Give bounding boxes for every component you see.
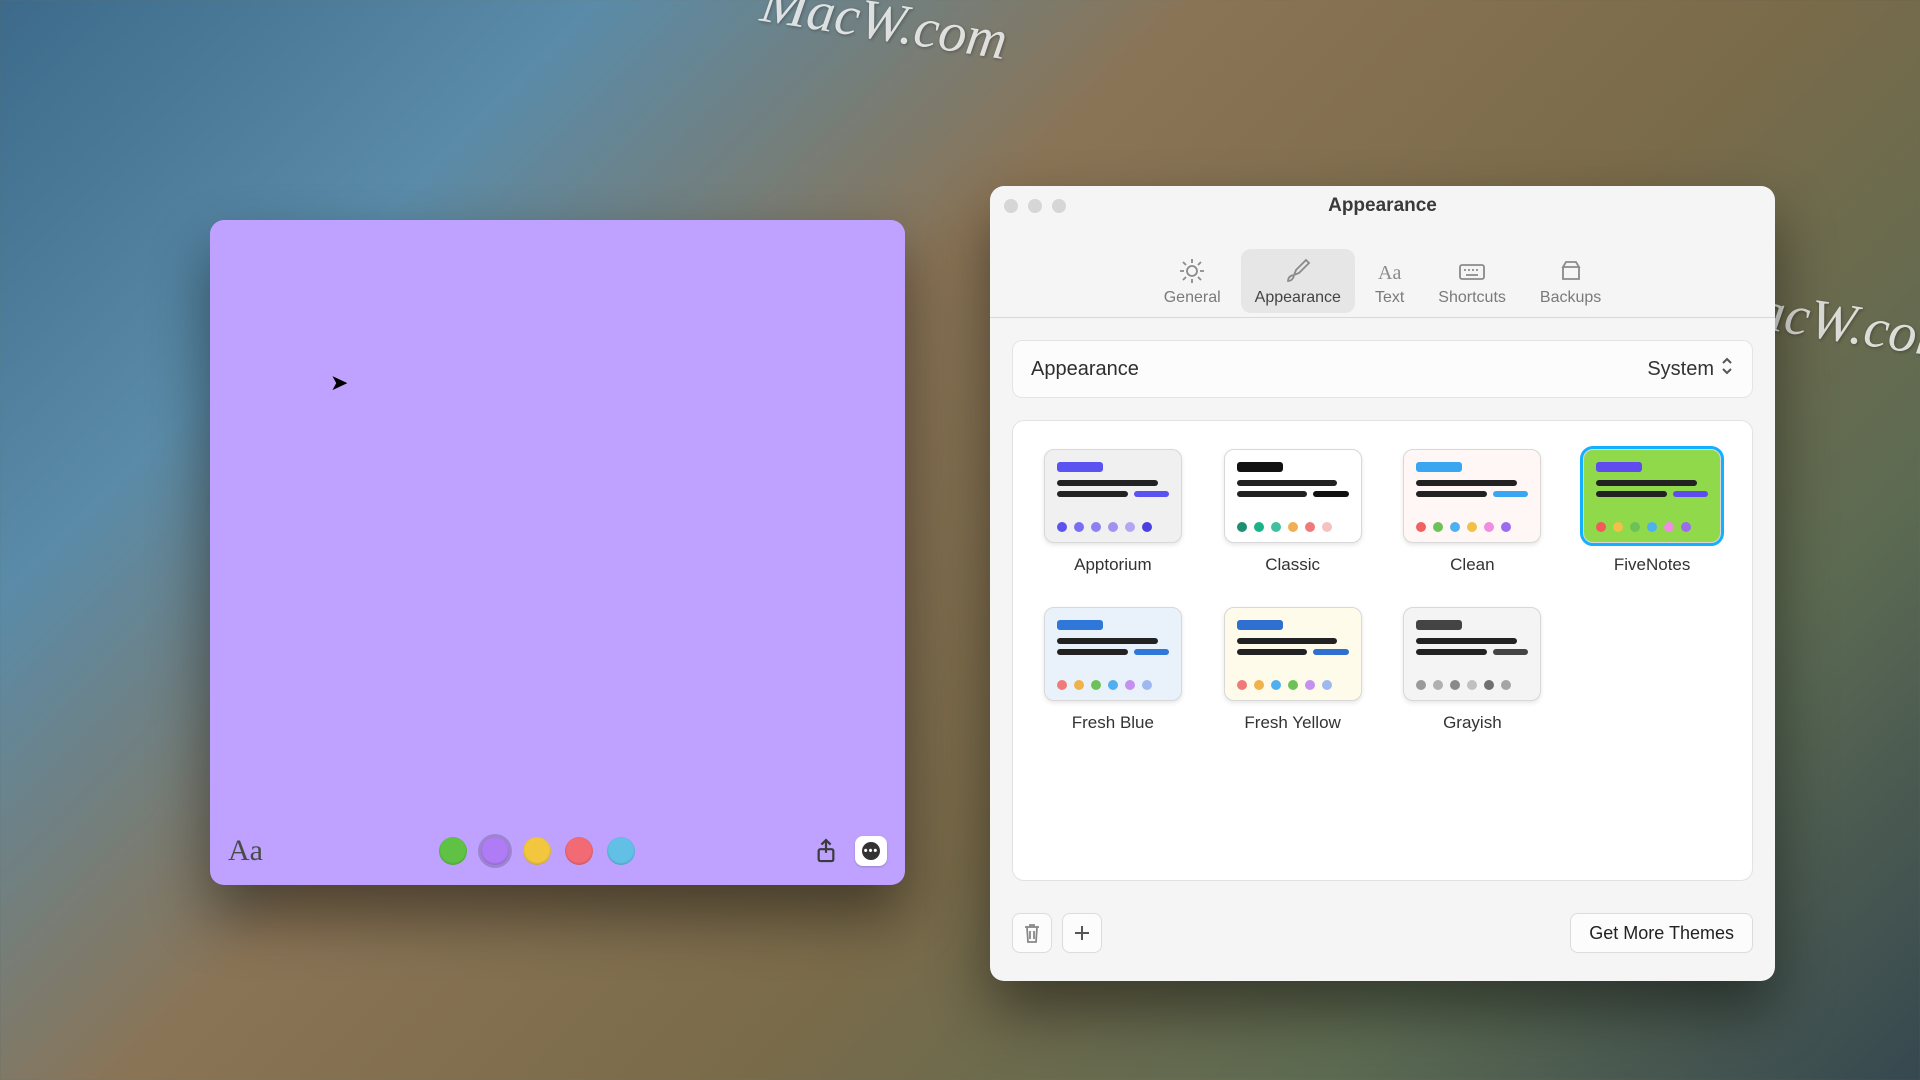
window-title: Appearance — [990, 195, 1775, 217]
trash-icon — [1022, 922, 1042, 944]
appearance-label: Appearance — [1031, 358, 1139, 381]
theme-label: Fresh Blue — [1072, 713, 1154, 733]
ellipsis-icon: ••• — [862, 842, 880, 860]
appearance-mode-select[interactable]: System — [1647, 357, 1734, 381]
more-options-button[interactable]: ••• — [855, 836, 887, 866]
appearance-mode-row: Appearance System — [1012, 340, 1753, 398]
color-blue[interactable] — [607, 837, 635, 865]
theme-label: Classic — [1265, 555, 1320, 575]
paintbrush-icon — [1284, 257, 1312, 285]
tab-label: General — [1164, 289, 1221, 307]
background-watermark: MacW.com — [757, 0, 1012, 73]
color-yellow[interactable] — [523, 837, 551, 865]
theme-fresh-yellow[interactable]: Fresh Yellow — [1221, 607, 1365, 733]
preferences-header: Appearance General Appearance Aa Text Shortc… — [990, 186, 1775, 318]
gear-icon — [1178, 257, 1206, 285]
text-icon: Aa — [1376, 257, 1404, 285]
tab-appearance[interactable]: Appearance — [1241, 249, 1355, 313]
themes-panel: Apptorium Classic Clean FiveNotes Fresh Blue… — [1012, 420, 1753, 881]
note-toolbar: Aa ••• — [210, 827, 905, 885]
theme-label: Clean — [1450, 555, 1494, 575]
theme-fivenotes[interactable]: FiveNotes — [1580, 449, 1724, 575]
tab-text[interactable]: Aa Text — [1361, 249, 1418, 313]
theme-clean[interactable]: Clean — [1401, 449, 1545, 575]
tab-backups[interactable]: Backups — [1526, 249, 1615, 313]
tab-label: Text — [1375, 289, 1404, 307]
get-more-themes-button[interactable]: Get More Themes — [1570, 913, 1753, 953]
chevron-up-down-icon — [1720, 357, 1734, 381]
note-text-area[interactable]: ➤ — [210, 220, 905, 827]
tab-general[interactable]: General — [1150, 249, 1235, 313]
tab-label: Backups — [1540, 289, 1601, 307]
color-green[interactable] — [439, 837, 467, 865]
share-icon — [815, 838, 837, 864]
plus-icon — [1073, 924, 1091, 942]
theme-label: Grayish — [1443, 713, 1502, 733]
preferences-window: Appearance General Appearance Aa Text Shortc… — [990, 186, 1775, 981]
theme-classic[interactable]: Classic — [1221, 449, 1365, 575]
color-coral[interactable] — [565, 837, 593, 865]
preferences-footer: Get More Themes — [1012, 903, 1753, 963]
theme-label: Apptorium — [1074, 555, 1151, 575]
theme-label: FiveNotes — [1614, 555, 1691, 575]
tab-label: Shortcuts — [1438, 289, 1506, 307]
theme-apptorium[interactable]: Apptorium — [1041, 449, 1185, 575]
text-style-button[interactable]: Aa — [228, 834, 263, 868]
svg-text:Aa: Aa — [1378, 262, 1401, 284]
tab-label: Appearance — [1255, 289, 1341, 307]
share-button[interactable] — [811, 836, 841, 866]
color-purple[interactable] — [481, 837, 509, 865]
appearance-mode-value: System — [1647, 358, 1714, 381]
delete-theme-button[interactable] — [1012, 913, 1052, 953]
note-window: ➤ Aa ••• — [210, 220, 905, 885]
theme-grayish[interactable]: Grayish — [1401, 607, 1545, 733]
mouse-cursor: ➤ — [330, 370, 348, 396]
theme-fresh-blue[interactable]: Fresh Blue — [1041, 607, 1185, 733]
keyboard-icon — [1458, 257, 1486, 285]
tab-shortcuts[interactable]: Shortcuts — [1424, 249, 1520, 313]
theme-label: Fresh Yellow — [1244, 713, 1340, 733]
add-theme-button[interactable] — [1062, 913, 1102, 953]
backup-icon — [1557, 257, 1585, 285]
